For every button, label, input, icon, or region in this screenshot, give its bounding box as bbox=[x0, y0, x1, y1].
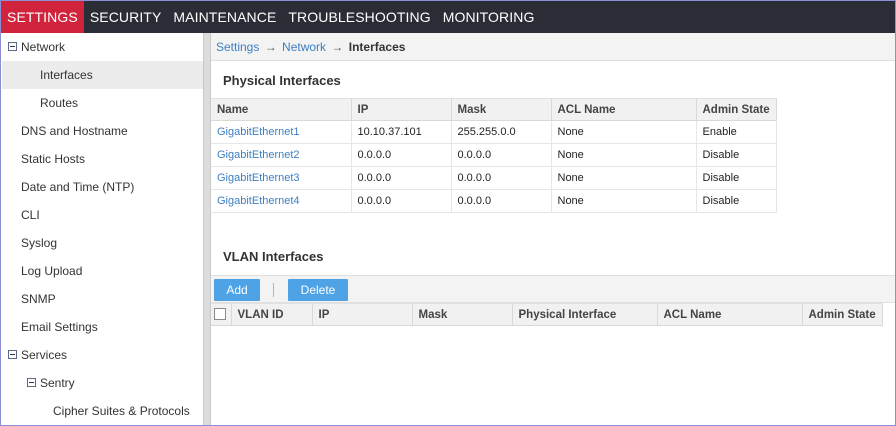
column-header-ip[interactable]: IP bbox=[351, 98, 452, 121]
column-header-mask[interactable]: Mask bbox=[451, 98, 552, 121]
cell-admin-state: Disable bbox=[696, 166, 777, 190]
sidebar-item-sentry[interactable]: Sentry bbox=[2, 369, 203, 397]
app-window: SETTINGS SECURITY MAINTENANCE TROUBLESHO… bbox=[0, 0, 896, 426]
nav-settings[interactable]: SETTINGS bbox=[1, 1, 84, 33]
nav-monitoring[interactable]: MONITORING bbox=[437, 1, 541, 33]
sidebar-item-network[interactable]: Network bbox=[2, 33, 203, 61]
column-header-admin-state[interactable]: Admin State bbox=[696, 98, 777, 121]
sidebar-item-label: Interfaces bbox=[40, 68, 93, 82]
cell-mask: 255.255.0.0 bbox=[451, 120, 552, 144]
sidebar-item-label: Email Settings bbox=[21, 320, 98, 334]
cell-ip: 0.0.0.0 bbox=[351, 166, 452, 190]
cell-ip: 0.0.0.0 bbox=[351, 189, 452, 213]
sidebar-item-date-time[interactable]: Date and Time (NTP) bbox=[2, 173, 203, 201]
sidebar-item-label: Services bbox=[21, 348, 68, 362]
nav-security[interactable]: SECURITY bbox=[84, 1, 168, 33]
cell-mask: 0.0.0.0 bbox=[451, 166, 552, 190]
physical-interfaces-title: Physical Interfaces bbox=[223, 73, 341, 88]
cell-acl-name: None bbox=[551, 143, 697, 167]
sidebar-item-label: SNMP bbox=[21, 292, 56, 306]
interface-name-link[interactable]: GigabitEthernet2 bbox=[211, 143, 352, 167]
sidebar-splitter[interactable] bbox=[203, 33, 211, 425]
sidebar-item-label: Syslog bbox=[21, 236, 58, 250]
column-header-ip[interactable]: IP bbox=[312, 303, 413, 326]
breadcrumb-separator: → bbox=[264, 40, 277, 54]
select-all-header bbox=[211, 303, 232, 326]
sidebar-item-snmp[interactable]: SNMP bbox=[2, 285, 203, 313]
sidebar-item-cipher-suites[interactable]: Cipher Suites & Protocols bbox=[2, 397, 203, 425]
column-header-acl-name[interactable]: ACL Name bbox=[657, 303, 803, 326]
sidebar-item-syslog[interactable]: Syslog bbox=[2, 229, 203, 257]
sidebar-item-services[interactable]: Services bbox=[2, 341, 203, 369]
sidebar-item-interfaces[interactable]: Interfaces bbox=[2, 61, 203, 89]
interface-name-link[interactable]: GigabitEthernet1 bbox=[211, 120, 352, 144]
interface-name-link[interactable]: GigabitEthernet4 bbox=[211, 189, 352, 213]
cell-mask: 0.0.0.0 bbox=[451, 189, 552, 213]
column-header-vlan-id[interactable]: VLAN ID bbox=[231, 303, 313, 326]
sidebar-item-label: Cipher Suites & Protocols bbox=[53, 404, 190, 418]
column-header-physical-interface[interactable]: Physical Interface bbox=[512, 303, 658, 326]
sidebar-item-routes[interactable]: Routes bbox=[2, 89, 203, 117]
sidebar-item-label: Sentry bbox=[40, 376, 75, 390]
sidebar-item-log-upload[interactable]: Log Upload bbox=[2, 257, 203, 285]
collapse-icon[interactable] bbox=[8, 42, 17, 51]
add-button[interactable]: Add bbox=[214, 279, 260, 301]
physical-interfaces-table: Name IP Mask ACL Name Admin State Gigabi… bbox=[211, 98, 777, 213]
collapse-icon[interactable] bbox=[8, 350, 17, 359]
cell-ip: 10.10.37.101 bbox=[351, 120, 452, 144]
table-row[interactable]: GigabitEthernet1 10.10.37.101 255.255.0.… bbox=[211, 120, 777, 144]
interface-name-link[interactable]: GigabitEthernet3 bbox=[211, 166, 352, 190]
sidebar-item-label: CLI bbox=[21, 208, 40, 222]
vlan-interfaces-table: VLAN ID IP Mask Physical Interface ACL N… bbox=[211, 303, 883, 326]
breadcrumb-current: Interfaces bbox=[348, 40, 406, 54]
cell-mask: 0.0.0.0 bbox=[451, 143, 552, 167]
table-row[interactable]: GigabitEthernet3 0.0.0.0 0.0.0.0 None Di… bbox=[211, 166, 777, 190]
table-row[interactable]: GigabitEthernet2 0.0.0.0 0.0.0.0 None Di… bbox=[211, 143, 777, 167]
sidebar: Network Interfaces Routes DNS and Hostna… bbox=[2, 33, 203, 425]
sidebar-item-label: DNS and Hostname bbox=[21, 124, 128, 138]
breadcrumb-network[interactable]: Network bbox=[282, 40, 326, 54]
select-all-checkbox[interactable] bbox=[214, 308, 226, 321]
table-header-row: VLAN ID IP Mask Physical Interface ACL N… bbox=[211, 303, 883, 326]
vlan-interfaces-title: VLAN Interfaces bbox=[223, 249, 324, 264]
sidebar-item-cli[interactable]: CLI bbox=[2, 201, 203, 229]
main-content: Settings → Network → Interfaces Physical… bbox=[211, 33, 895, 425]
sidebar-item-label: Static Hosts bbox=[21, 152, 86, 166]
column-header-name[interactable]: Name bbox=[211, 98, 352, 121]
column-header-admin-state[interactable]: Admin State bbox=[802, 303, 883, 326]
cell-ip: 0.0.0.0 bbox=[351, 143, 452, 167]
cell-admin-state: Enable bbox=[696, 120, 777, 144]
sidebar-item-label: Date and Time (NTP) bbox=[21, 180, 135, 194]
delete-button[interactable]: Delete bbox=[288, 279, 348, 301]
sidebar-item-dns-hostname[interactable]: DNS and Hostname bbox=[2, 117, 203, 145]
sidebar-item-label: Network bbox=[21, 40, 66, 54]
breadcrumb-separator: → bbox=[331, 40, 344, 54]
column-header-mask[interactable]: Mask bbox=[412, 303, 513, 326]
sidebar-item-label: Routes bbox=[40, 96, 79, 110]
nav-maintenance[interactable]: MAINTENANCE bbox=[167, 1, 282, 33]
cell-admin-state: Disable bbox=[696, 189, 777, 213]
collapse-icon[interactable] bbox=[27, 378, 36, 387]
breadcrumb: Settings → Network → Interfaces bbox=[211, 33, 895, 61]
cell-acl-name: None bbox=[551, 120, 697, 144]
top-navigation: SETTINGS SECURITY MAINTENANCE TROUBLESHO… bbox=[1, 1, 895, 33]
sidebar-item-email-settings[interactable]: Email Settings bbox=[2, 313, 203, 341]
breadcrumb-settings[interactable]: Settings bbox=[216, 40, 259, 54]
cell-admin-state: Disable bbox=[696, 143, 777, 167]
vlan-toolbar: Add Delete bbox=[211, 275, 895, 303]
cell-acl-name: None bbox=[551, 166, 697, 190]
cell-acl-name: None bbox=[551, 189, 697, 213]
column-header-acl-name[interactable]: ACL Name bbox=[551, 98, 697, 121]
toolbar-separator bbox=[273, 283, 274, 297]
sidebar-item-static-hosts[interactable]: Static Hosts bbox=[2, 145, 203, 173]
table-header-row: Name IP Mask ACL Name Admin State bbox=[211, 98, 777, 121]
sidebar-item-label: Log Upload bbox=[21, 264, 83, 278]
table-row[interactable]: GigabitEthernet4 0.0.0.0 0.0.0.0 None Di… bbox=[211, 189, 777, 213]
nav-troubleshooting[interactable]: TROUBLESHOOTING bbox=[282, 1, 436, 33]
